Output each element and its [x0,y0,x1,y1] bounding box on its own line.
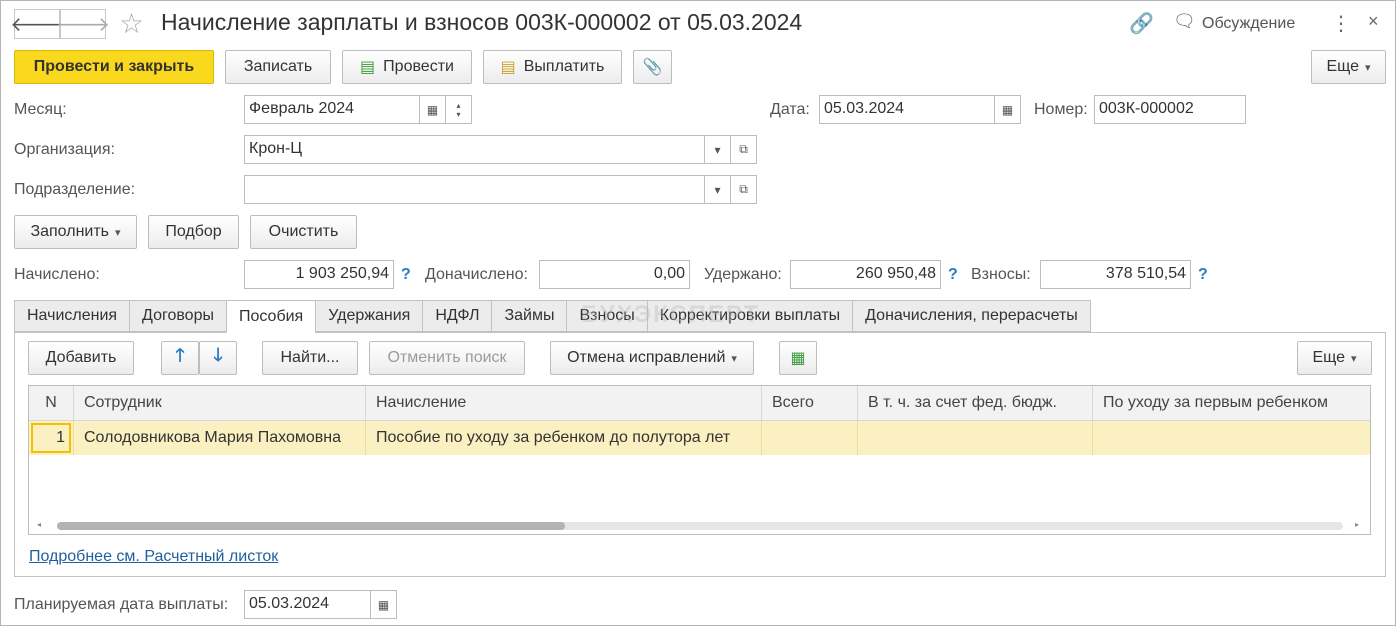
horizontal-scrollbar[interactable] [57,522,1343,530]
planned-date-calendar-icon[interactable]: ▦ [371,590,397,619]
forward-button[interactable]: 🡒 [56,9,110,39]
benefits-table[interactable]: N Сотрудник Начисление Всего В т. ч. за … [28,385,1371,535]
pay-button-label: Выплатить [523,58,605,75]
document-window: 🡐 🡒 ☆ Начисление зарплаты и взносов 003К… [0,0,1396,626]
department-open-icon[interactable]: ⧉ [731,175,757,204]
tab-bar: Начисления Договоры Пособия Удержания НД… [14,300,1091,333]
tab-more-button[interactable]: Еще [1297,341,1372,375]
accrual-cell[interactable]: Пособие по уходу за ребенком до полутора… [366,421,762,455]
tab-benefits[interactable]: Пособия [225,300,316,333]
menu-kebab-icon[interactable]: ⋮ [1331,11,1351,36]
stepper-down-icon[interactable]: ▾ [456,110,460,119]
accrued-label: Начислено: [14,266,100,283]
back-button[interactable]: 🡐 [10,9,64,39]
pay-button[interactable]: ▤ Выплатить [483,50,622,84]
withheld-value: 260 950,48 [790,260,941,289]
tab-accruals[interactable]: Начисления [14,300,130,332]
discussion-icon[interactable]: 🗨 [1173,11,1196,32]
month-stepper[interactable]: ▴ ▾ [446,95,472,124]
watermark: БУХЭКСПЕРТ [581,301,761,328]
scroll-left-icon[interactable]: ◂ [37,520,41,529]
number-label: Номер: [1034,101,1088,118]
paperclip-icon: 📎 [642,59,663,76]
add-button[interactable]: Добавить [28,341,134,375]
post-button-label: Провести [383,58,454,75]
scrollbar-thumb[interactable] [57,522,565,530]
total-cell[interactable] [762,421,858,455]
tab-ndfl[interactable]: НДФЛ [422,300,492,332]
additional-label: Доначислено: [425,266,528,283]
discussion-button[interactable]: Обсуждение [1202,15,1295,33]
department-label: Подразделение: [14,181,136,198]
cancel-search-button[interactable]: Отменить поиск [369,341,525,375]
withheld-label: Удержано: [704,266,782,283]
month-label: Месяц: [14,101,67,118]
row-number: 1 [56,429,65,446]
attachment-button[interactable]: 📎 [633,50,672,84]
save-button[interactable]: Записать [225,50,331,84]
planned-date-label: Планируемая дата выплаты: [14,596,229,613]
department-field[interactable] [244,175,705,204]
calendar-icon[interactable]: ▦ [420,95,446,124]
move-up-button[interactable]: 🡑 [161,341,199,375]
contributions-label: Взносы: [971,266,1031,283]
arrow-up-icon: 🡑 [175,345,185,365]
select-button[interactable]: Подбор [148,215,239,249]
link-icon[interactable]: 🔗 [1129,11,1154,36]
favorite-star-icon[interactable]: ☆ [119,7,144,40]
tab-deductions[interactable]: Удержания [315,300,423,332]
federal-budget-cell[interactable] [858,421,1093,455]
arrow-right-icon: 🡒 [56,13,110,36]
column-header-federal-budget[interactable]: В т. ч. за счет фед. бюдж. [858,386,1093,421]
number-field[interactable]: 003К-000002 [1094,95,1246,124]
cancel-corrections-button[interactable]: Отмена исправлений [550,341,754,375]
accrued-help-icon[interactable]: ? [401,266,411,284]
column-header-n[interactable]: N [29,386,74,421]
clear-button[interactable]: Очистить [250,215,357,249]
department-dropdown-icon[interactable]: ▾ [705,175,731,204]
organization-dropdown-icon[interactable]: ▾ [705,135,731,164]
arrow-down-icon: 🡓 [213,345,223,365]
planned-date-field[interactable]: 05.03.2024 [244,590,371,619]
scroll-right-icon[interactable]: ▸ [1355,520,1359,529]
grid-add-icon: ▦ [790,350,806,367]
stepper-up-icon[interactable]: ▴ [456,101,460,110]
date-calendar-icon[interactable]: ▦ [995,95,1021,124]
column-header-employee[interactable]: Сотрудник [74,386,366,421]
page-title: Начисление зарплаты и взносов 003К-00000… [161,9,803,35]
date-field[interactable]: 05.03.2024 [819,95,995,124]
contributions-help-icon[interactable]: ? [1198,266,1208,284]
column-header-total[interactable]: Всего [762,386,858,421]
move-down-button[interactable]: 🡓 [199,341,237,375]
tab-contracts[interactable]: Договоры [129,300,226,332]
additional-value: 0,00 [539,260,690,289]
employee-cell[interactable]: Солодовникова Мария Пахомовна [74,421,366,455]
organization-open-icon[interactable]: ⧉ [731,135,757,164]
withheld-help-icon[interactable]: ? [948,266,958,284]
row-number-cell[interactable]: 1 [29,421,74,455]
column-header-accrual[interactable]: Начисление [366,386,762,421]
table-settings-button[interactable]: ▦ [779,341,817,375]
post-document-icon: ▤ [360,59,376,76]
payslip-link[interactable]: Подробнее см. Расчетный листок [29,548,278,566]
contributions-value: 378 510,54 [1040,260,1191,289]
accrued-value: 1 903 250,94 [244,260,394,289]
pay-document-icon: ▤ [500,59,516,76]
date-label: Дата: [770,101,810,118]
fill-button[interactable]: Заполнить [14,215,137,249]
organization-field[interactable]: Крон-Ц [244,135,705,164]
post-button[interactable]: ▤ Провести [342,50,472,84]
column-header-first-child[interactable]: По уходу за первым ребенком [1093,386,1370,421]
current-cell-indicator [31,423,71,453]
find-button[interactable]: Найти... [262,341,358,375]
close-icon[interactable]: × [1368,11,1379,32]
post-and-close-button[interactable]: Провести и закрыть [14,50,214,84]
tab-loans[interactable]: Займы [491,300,567,332]
organization-label: Организация: [14,141,115,158]
month-field[interactable]: Февраль 2024 [244,95,420,124]
first-child-cell[interactable] [1093,421,1370,455]
tab-recalculations[interactable]: Доначисления, перерасчеты [852,300,1091,332]
more-button[interactable]: Еще [1311,50,1386,84]
